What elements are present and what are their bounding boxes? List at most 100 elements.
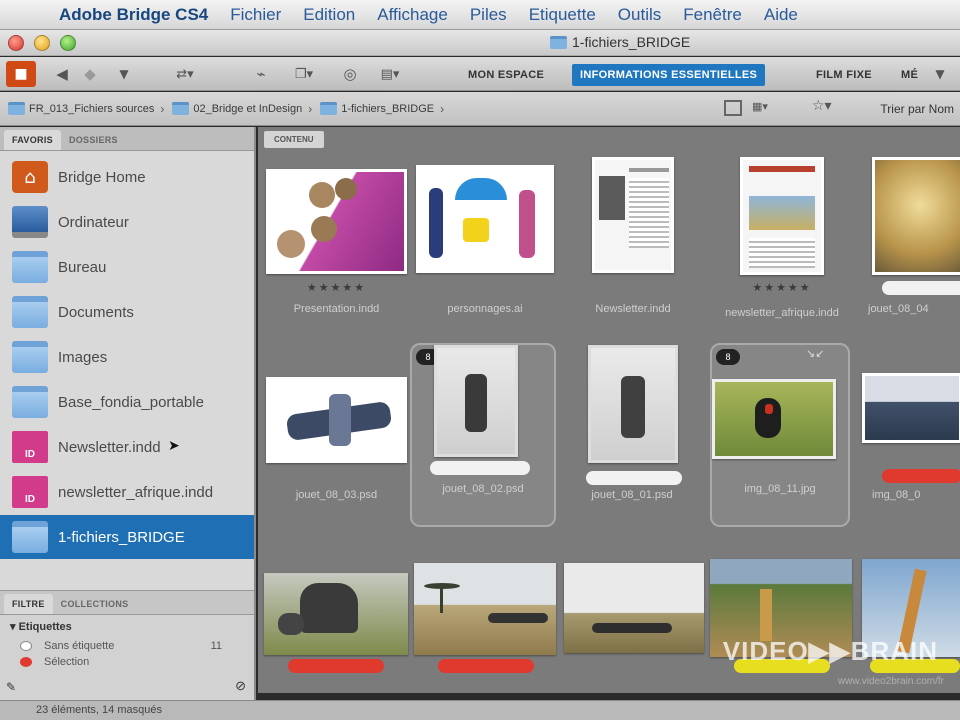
menu-outils[interactable]: Outils [607, 5, 672, 25]
stack-count-badge[interactable]: 8 [716, 349, 740, 365]
breadcrumb-label: 02_Bridge et InDesign [193, 102, 303, 115]
workspace-menu-chevron-icon[interactable]: ▼ [930, 63, 950, 85]
thumbnail-image [266, 377, 407, 463]
breadcrumb-item[interactable]: 1-fichiers_BRIDGE [320, 102, 434, 115]
panel-tabs: FAVORIS DOSSIERS [0, 127, 254, 151]
home-icon: ⌂ [12, 161, 48, 193]
thumbnail-image [434, 345, 518, 457]
folder-icon [8, 102, 25, 115]
workspace-metadata[interactable]: MÉ [893, 64, 926, 86]
bridge-window: Adobe Bridge CS4 Fichier Edition Afficha… [0, 0, 960, 720]
menu-edition[interactable]: Edition [292, 5, 366, 25]
watermark-url: www.video2brain.com/fr [837, 676, 944, 687]
filter-row[interactable]: Sans étiquette 11 [0, 638, 254, 654]
breadcrumb-label: FR_013_Fichiers sources [29, 102, 155, 115]
breadcrumb-item[interactable]: 02_Bridge et InDesign [172, 102, 302, 115]
mouse-cursor-icon: ➤ [168, 437, 180, 453]
thumbnail-image [564, 563, 704, 653]
label-red-bar [288, 659, 384, 673]
bridge-home-icon[interactable]: ■ [6, 61, 36, 87]
favorite-item-ordinateur[interactable]: Ordinateur [0, 200, 254, 244]
thumbnail-filename: newsletter_afrique.indd [725, 307, 839, 319]
favorite-item-newsletter[interactable]: ID Newsletter.indd ➤ [0, 425, 254, 469]
video2brain-watermark: VIDEO▶▶BRAIN [722, 636, 938, 666]
no-label-icon [20, 641, 32, 651]
get-photos-icon[interactable]: ⌁ [248, 63, 274, 85]
thumbnail-filename: Presentation.indd [293, 303, 380, 315]
filter-section-heading[interactable]: ▾ Etiquettes [0, 615, 254, 638]
favorite-label: Images [58, 348, 108, 366]
folder-icon [320, 102, 338, 115]
workspace-film-fixe[interactable]: FILM FIXE [808, 64, 880, 86]
recent-folders-chevron-icon[interactable]: ▼ [114, 63, 134, 85]
favorite-label: Base_fondia_portable [58, 393, 204, 411]
thumbnail-image [872, 157, 960, 275]
menu-fichier[interactable]: Fichier [219, 5, 292, 25]
star-filter-icon[interactable]: ☆▾ [812, 98, 848, 116]
workspace-mon-espace[interactable]: MON ESPACE [460, 64, 552, 86]
output-icon[interactable]: ▤▾ [370, 63, 410, 85]
menu-affichage[interactable]: Affichage [366, 5, 459, 25]
tab-dossiers[interactable]: DOSSIERS [61, 130, 126, 150]
rating-stars[interactable]: ★★★★★ [718, 281, 846, 294]
chevron-right-icon: › [440, 101, 445, 116]
tab-collections[interactable]: COLLECTIONS [53, 594, 137, 614]
tab-filtre[interactable]: FILTRE [4, 594, 53, 614]
filter-panel-tabs: FILTRE COLLECTIONS [0, 591, 254, 615]
favorite-item-bureau[interactable]: Bureau [0, 245, 254, 289]
menu-aide[interactable]: Aide [753, 5, 809, 25]
breadcrumb-item[interactable]: FR_013_Fichiers sources [8, 102, 154, 115]
thumbnail-filename: jouet_08_01.psd [591, 489, 673, 501]
label-red-bar [438, 659, 534, 673]
menu-app-name[interactable]: Adobe Bridge CS4 [48, 5, 219, 25]
menu-etiquette[interactable]: Etiquette [518, 5, 607, 25]
view-grid-icon[interactable] [724, 100, 742, 116]
refine-icon[interactable]: ❐▾ [284, 63, 324, 85]
open-camera-raw-icon[interactable]: ◎ [340, 63, 360, 85]
clear-filter-icon[interactable]: ⊘ [235, 678, 246, 694]
stack-expand-icon[interactable]: ↘↙ [806, 347, 824, 360]
favorite-item-bridge-home[interactable]: ⌂ Bridge Home [0, 155, 254, 199]
zoom-window-button[interactable] [60, 35, 76, 51]
favorite-item-images[interactable]: Images [0, 335, 254, 379]
menu-fenetre[interactable]: Fenêtre [672, 5, 753, 25]
tab-favoris[interactable]: FAVORIS [4, 130, 61, 150]
favorite-item-documents[interactable]: Documents [0, 290, 254, 334]
thumbnail-filename: Newsletter.indd [595, 303, 671, 315]
filter-row[interactable]: Sélection [0, 654, 254, 670]
workspace-informations-essentielles[interactable]: INFORMATIONS ESSENTIELLES [572, 64, 766, 86]
folder-icon [12, 251, 48, 283]
favorites-panel: FAVORIS DOSSIERS ⌂ Bridge Home Ordinateu… [0, 127, 256, 720]
thumbnail-filename: img_08_11.jpg [744, 483, 816, 495]
favorite-item-newsletter-afrique[interactable]: ID newsletter_afrique.indd [0, 470, 254, 514]
forward-arrow-icon[interactable]: ◆ [80, 63, 100, 85]
sort-by-label[interactable]: Trier par Nom [880, 102, 954, 116]
window-title: 1-fichiers_BRIDGE [550, 34, 690, 50]
path-bar: FR_013_Fichiers sources › 02_Bridge et I… [0, 92, 960, 126]
thumbnail-image [592, 157, 674, 273]
return-to-app-icon[interactable]: ⇄▾ [168, 63, 202, 85]
thumbnail-filename: jouet_08_03.psd [295, 489, 378, 501]
thumbnail-image [264, 573, 408, 655]
thumbnail-filename: jouet_08_04 [868, 303, 929, 315]
view-options-icon[interactable]: ▦▾ [752, 100, 782, 116]
favorite-item-base-fondia[interactable]: Base_fondia_portable [0, 380, 254, 424]
computer-icon [12, 206, 48, 238]
folder-icon [12, 341, 48, 373]
thumbnail-image [266, 169, 407, 274]
minimize-window-button[interactable] [34, 35, 50, 51]
status-text: 23 éléments, 14 masqués [36, 704, 162, 716]
tab-contenu[interactable]: CONTENU [264, 131, 324, 148]
favorite-item-1-fichiers-bridge[interactable]: 1-fichiers_BRIDGE [0, 515, 254, 559]
thumbnail-image [862, 373, 960, 443]
rating-stars[interactable]: ★★★★★ [266, 281, 407, 294]
thumbnail-image [712, 379, 836, 459]
filter-row-label: Sélection [44, 656, 90, 668]
pin-icon[interactable]: ✎ [6, 680, 16, 694]
favorite-label: Newsletter.indd [58, 438, 161, 456]
label-white-bar [882, 281, 960, 295]
close-window-button[interactable] [8, 35, 24, 51]
folder-icon [550, 35, 567, 49]
menu-piles[interactable]: Piles [459, 5, 518, 25]
back-arrow-icon[interactable]: ◀ [52, 63, 72, 85]
